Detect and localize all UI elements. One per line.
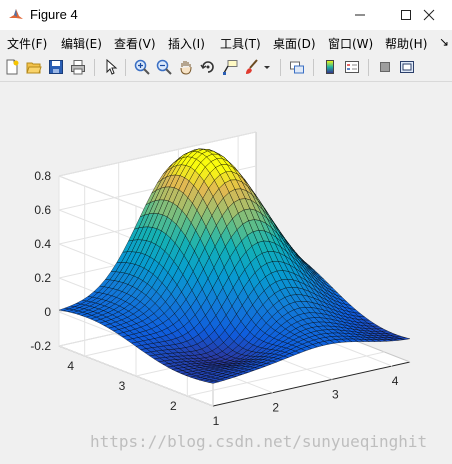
rotate-3d-button[interactable]: [198, 57, 218, 77]
title-bar: Figure 4: [0, 0, 452, 30]
link-plot-icon: [290, 61, 304, 74]
brush-button[interactable]: [242, 57, 262, 77]
zoom-in-icon: [134, 59, 150, 75]
menu-desktop[interactable]: 桌面(D): [273, 35, 316, 52]
insert-legend-button[interactable]: [342, 57, 362, 77]
brush-icon: [246, 59, 258, 74]
save-button[interactable]: [46, 57, 66, 77]
menu-tools[interactable]: 工具(T): [220, 35, 261, 52]
toolbar-separator: [280, 59, 281, 76]
z-tick-labels: -0.2 0 0.2 0.4 0.6 0.8: [30, 169, 51, 353]
y-tick-label: 4: [67, 359, 74, 373]
toolbar-separator: [313, 59, 314, 76]
z-tick-label: 0.4: [34, 237, 51, 251]
insert-colorbar-button[interactable]: [320, 57, 340, 77]
pan-button[interactable]: [176, 57, 196, 77]
z-tick-label: 0: [44, 305, 51, 319]
data-cursor-icon: [223, 60, 238, 75]
toolbar-separator: [368, 59, 369, 76]
open-file-icon: [26, 62, 42, 74]
brush-dropdown-button[interactable]: [262, 57, 272, 77]
x-tick-label: 2: [272, 401, 279, 415]
menu-window[interactable]: 窗口(W): [328, 35, 373, 52]
menu-bar: 文件(F) 编辑(E) 查看(V) 插入(I) 工具(T) 桌面(D) 窗口(W…: [0, 30, 452, 54]
rotate-3d-icon: [200, 61, 214, 73]
edit-plot-button[interactable]: [101, 57, 121, 77]
close-button[interactable]: [406, 0, 452, 30]
print-button[interactable]: [68, 57, 88, 77]
close-icon: [423, 9, 435, 21]
open-file-button[interactable]: [24, 57, 44, 77]
menu-edit[interactable]: 编辑(E): [61, 35, 102, 52]
minimize-icon: [355, 14, 365, 16]
save-icon: [49, 60, 63, 74]
menu-overflow-icon[interactable]: ↘: [439, 35, 449, 49]
watermark-text: https://blog.csdn.net/sunyueqinghit: [90, 432, 428, 451]
zoom-in-button[interactable]: [132, 57, 152, 77]
pan-hand-icon: [180, 61, 192, 75]
hide-plot-tools-icon: [380, 62, 390, 72]
toolbar-separator: [125, 59, 126, 76]
x-tick-label: 1: [213, 414, 220, 428]
insert-legend-icon: [345, 61, 359, 73]
brush-dropdown-icon: [264, 66, 270, 69]
show-plot-tools-icon: [400, 61, 414, 73]
menu-help[interactable]: 帮助(H): [385, 35, 427, 52]
window-title: Figure 4: [30, 7, 78, 22]
menu-insert[interactable]: 插入(I): [168, 35, 205, 52]
zoom-out-icon: [156, 59, 172, 75]
z-tick-label: -0.2: [30, 339, 51, 353]
new-figure-icon: [6, 59, 19, 75]
new-figure-button[interactable]: [2, 57, 22, 77]
matlab-icon: [9, 9, 23, 19]
z-tick-label: 0.8: [34, 169, 51, 183]
y-tick-label: 2: [170, 399, 177, 413]
toolbar-separator: [94, 59, 95, 76]
x-tick-label: 4: [392, 374, 399, 388]
menu-file[interactable]: 文件(F): [7, 35, 47, 52]
z-tick-label: 0.2: [34, 271, 51, 285]
surface-plot[interactable]: -0.2 0 0.2 0.4 0.6 0.8 1 2 3 4 2 3 4: [0, 82, 452, 464]
minimize-button[interactable]: [337, 0, 383, 30]
x-tick-label: 3: [332, 387, 339, 401]
edit-plot-arrow-icon: [106, 59, 118, 75]
y-tick-label: 3: [119, 379, 126, 393]
zoom-out-button[interactable]: [154, 57, 174, 77]
z-tick-label: 0.6: [34, 203, 51, 217]
hide-plot-tools-button[interactable]: [375, 57, 395, 77]
toolbar: [0, 54, 452, 82]
data-cursor-button[interactable]: [220, 57, 240, 77]
show-plot-tools-button[interactable]: [397, 57, 417, 77]
print-icon: [71, 60, 85, 75]
insert-colorbar-icon: [326, 60, 334, 74]
menu-view[interactable]: 查看(V): [114, 35, 156, 52]
link-plot-button[interactable]: [287, 57, 307, 77]
